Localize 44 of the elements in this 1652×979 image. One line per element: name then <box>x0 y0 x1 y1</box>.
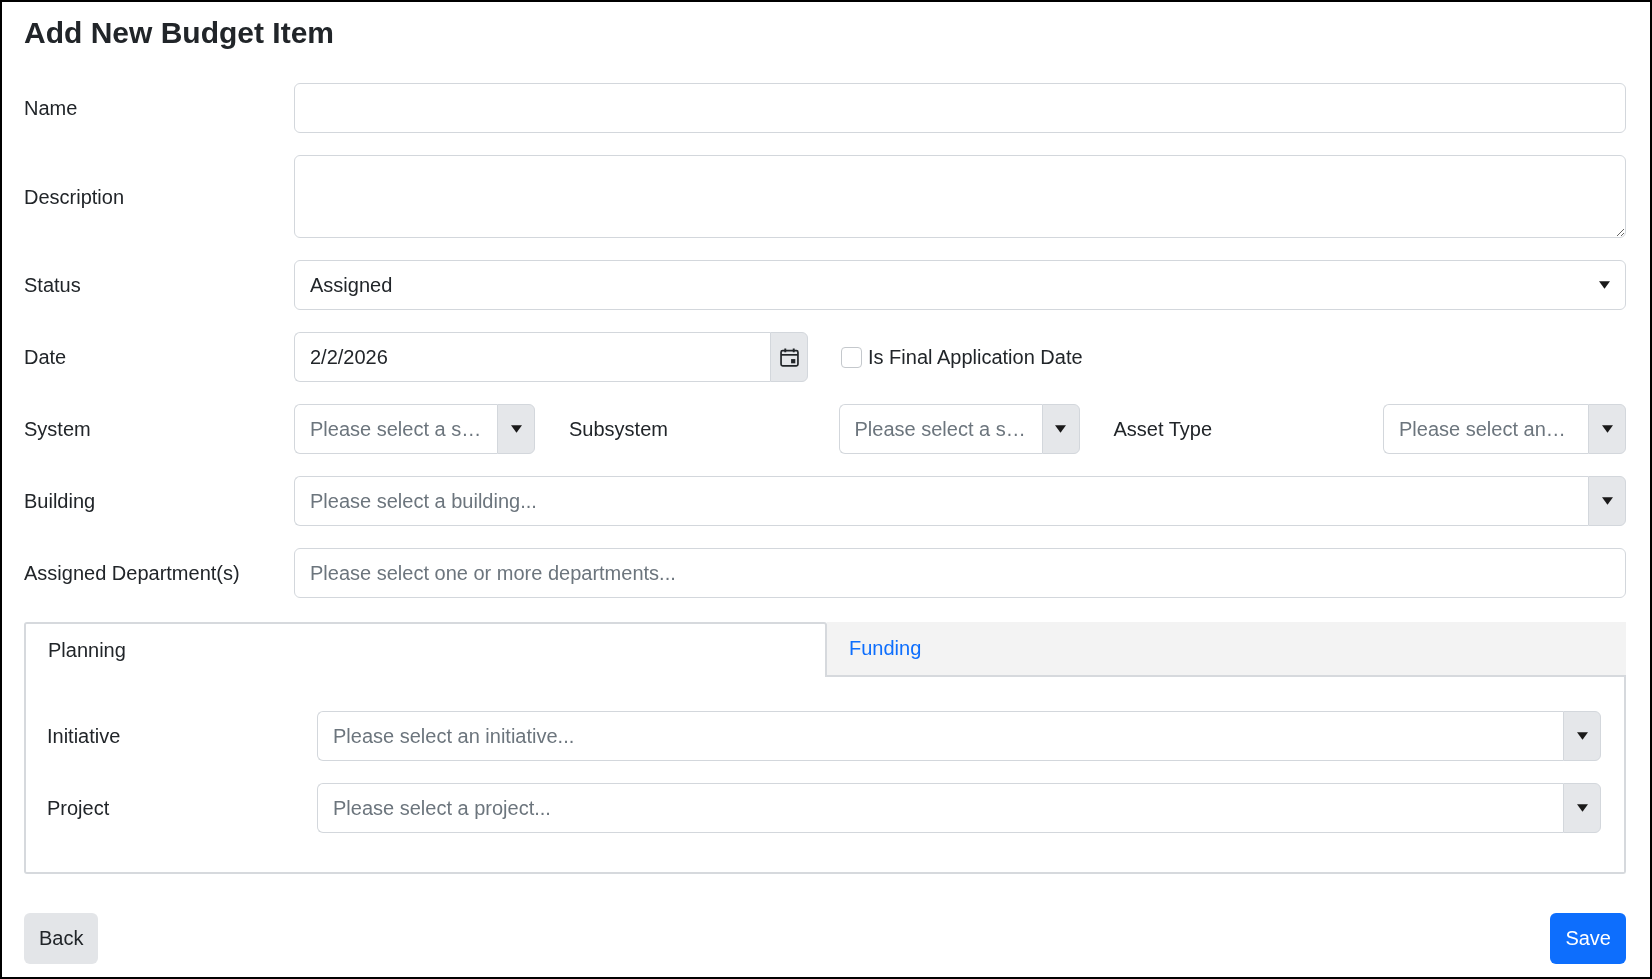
select-dropdown[interactable]: Please select a s… <box>294 404 497 454</box>
select-dropdown[interactable]: Please select an… <box>1383 404 1588 454</box>
save-button[interactable]: Save <box>1550 913 1626 964</box>
back-button[interactable]: Back <box>24 913 99 964</box>
field-label: Description <box>24 184 125 209</box>
calendar-button[interactable] <box>770 332 808 382</box>
select-dropdown[interactable]: Please select an initiative... <box>317 711 1563 761</box>
caret-down-icon <box>1599 281 1610 289</box>
field-label: Name <box>24 96 78 120</box>
caret-down-icon <box>1055 425 1066 433</box>
textarea-input[interactable] <box>294 155 1626 238</box>
field-label: Asset Type <box>1112 417 1213 441</box>
text-input[interactable] <box>294 83 1626 133</box>
dropdown-button[interactable] <box>1563 711 1601 761</box>
select-dropdown[interactable]: Please select a building... <box>294 476 1588 526</box>
caret-down-icon <box>1601 425 1613 433</box>
field-label: Status <box>24 273 81 297</box>
dropdown-button[interactable] <box>1041 404 1080 454</box>
field-label: Subsystem <box>568 417 668 441</box>
checkbox[interactable] <box>841 346 862 368</box>
calendar-icon <box>779 347 799 367</box>
tab[interactable]: Planning <box>24 622 827 677</box>
field-label: Initiative <box>47 724 121 748</box>
field-label: Project <box>47 796 110 820</box>
dropdown-button[interactable] <box>1588 404 1626 454</box>
tab[interactable]: Funding <box>827 622 1626 677</box>
checkbox-label: Is Final Application Date <box>868 345 1083 369</box>
caret-down-icon <box>1576 732 1588 740</box>
field-label: Assigned Department(s) <box>24 561 240 585</box>
field-label: Date <box>24 345 67 369</box>
field-label: Building <box>24 489 96 513</box>
field-label: System <box>24 417 91 441</box>
caret-down-icon <box>1601 497 1613 505</box>
dropdown-button[interactable] <box>497 404 535 454</box>
select-dropdown[interactable]: Assigned <box>294 260 1626 310</box>
caret-down-icon <box>1576 804 1588 812</box>
page-title: Add New Budget Item <box>24 15 334 51</box>
multiselect-input[interactable]: Please select one or more departments... <box>294 548 1626 598</box>
dropdown-button[interactable] <box>1563 783 1601 833</box>
select-dropdown[interactable]: Please select a s… <box>838 404 1042 454</box>
caret-down-icon <box>510 425 522 433</box>
select-dropdown[interactable]: Please select a project... <box>317 783 1563 833</box>
date-input[interactable]: 2/2/2026 <box>294 332 770 382</box>
dropdown-button[interactable] <box>1588 476 1626 526</box>
